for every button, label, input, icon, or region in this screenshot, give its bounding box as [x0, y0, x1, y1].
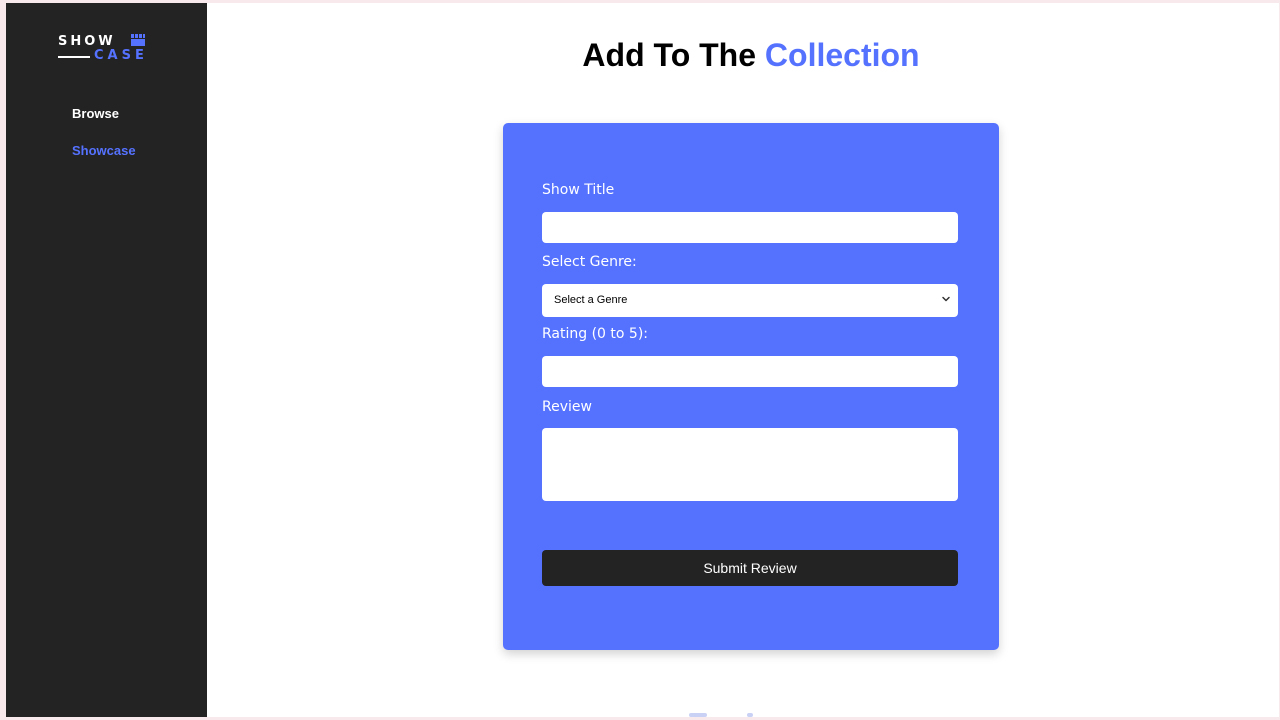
review-textarea[interactable]	[542, 428, 958, 501]
chevron-down-icon	[942, 296, 950, 302]
sidebar-item-browse[interactable]: Browse	[72, 106, 136, 121]
logo-divider-line	[58, 56, 90, 58]
app-frame: SHOW CASE Browse Showcase Add To The Col…	[6, 3, 1279, 717]
genre-select-value: Select a Genre	[554, 294, 628, 306]
rating-input[interactable]	[542, 356, 958, 387]
sidebar: SHOW CASE Browse Showcase	[6, 3, 207, 717]
sidebar-nav: Browse Showcase	[72, 106, 136, 180]
add-show-form: Show Title Select Genre: Select a Genre …	[503, 123, 999, 650]
sidebar-item-showcase[interactable]: Showcase	[72, 143, 136, 158]
showcase-logo[interactable]: SHOW CASE	[58, 34, 148, 64]
page-title: Add To The Collection	[207, 37, 1279, 74]
logo-text-show: SHOW	[58, 34, 116, 49]
page-title-prefix: Add To The	[582, 37, 757, 73]
clapperboard-icon	[131, 34, 145, 46]
review-label: Review	[542, 399, 592, 415]
rating-label: Rating (0 to 5):	[542, 326, 648, 342]
submit-review-button[interactable]: Submit Review	[542, 550, 958, 586]
footer-peek	[689, 713, 753, 717]
page-title-accent: Collection	[764, 37, 920, 73]
show-title-label: Show Title	[542, 182, 615, 198]
genre-select[interactable]: Select a Genre	[542, 284, 958, 317]
show-title-input[interactable]	[542, 212, 958, 243]
select-genre-label: Select Genre:	[542, 254, 637, 270]
logo-text-case: CASE	[94, 48, 148, 63]
